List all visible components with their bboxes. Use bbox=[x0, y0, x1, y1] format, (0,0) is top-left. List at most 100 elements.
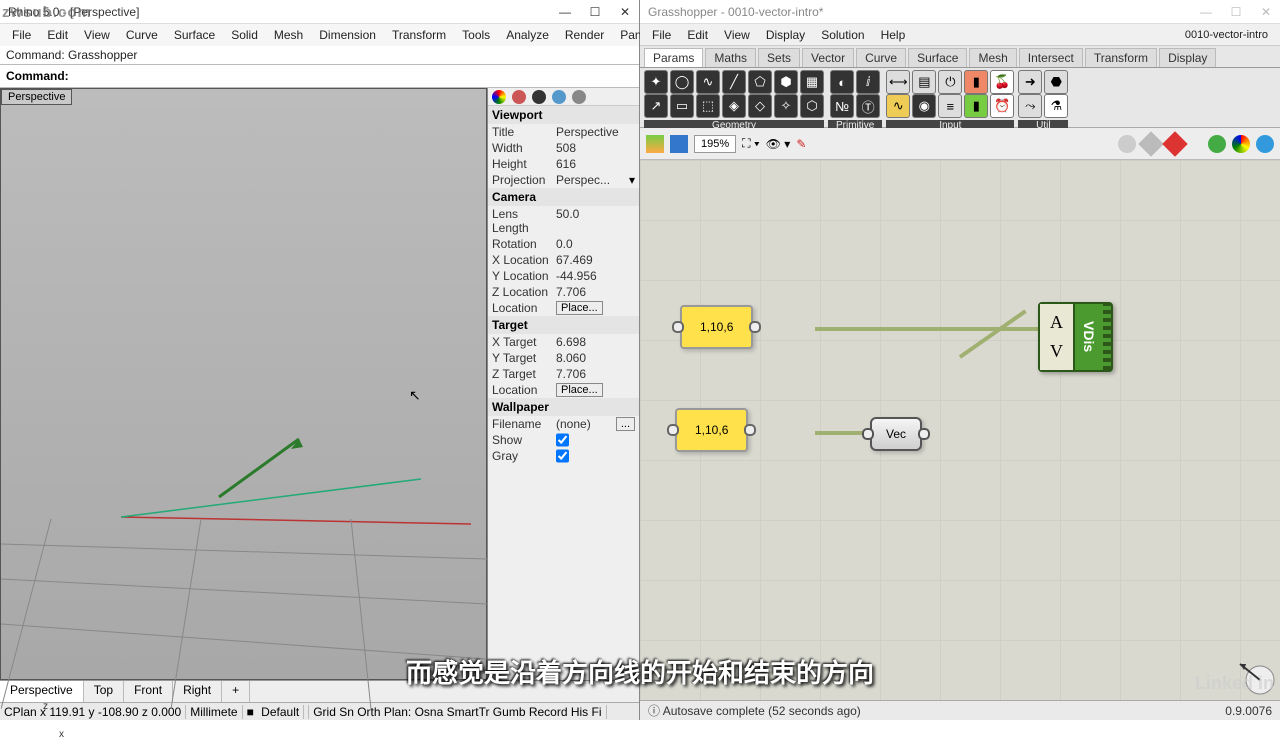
material-icon[interactable] bbox=[492, 90, 506, 104]
tab-transform[interactable]: Transform bbox=[1085, 48, 1157, 67]
prop-yloc-val[interactable]: -44.956 bbox=[556, 269, 635, 283]
menu-analyze[interactable]: Analyze bbox=[500, 26, 555, 44]
prop-lens-val[interactable]: 50.0 bbox=[556, 207, 635, 235]
prop-rot-val[interactable]: 0.0 bbox=[556, 237, 635, 251]
panel-node-1[interactable]: 1,10,6 bbox=[680, 305, 753, 349]
gh-menu-view[interactable]: View bbox=[718, 26, 756, 44]
tab-surface[interactable]: Surface bbox=[908, 48, 967, 67]
brep-icon[interactable]: ⬠ bbox=[748, 70, 772, 94]
integer-icon[interactable]: ⅈ bbox=[856, 70, 880, 94]
chevron-down-icon[interactable]: ▾ bbox=[629, 173, 635, 187]
prop-yt-val[interactable]: 8.060 bbox=[556, 351, 635, 365]
point-icon[interactable]: ✦ bbox=[644, 70, 668, 94]
gray-checkbox[interactable] bbox=[556, 449, 569, 463]
boolean-icon[interactable]: ◐ bbox=[830, 70, 854, 94]
menu-curve[interactable]: Curve bbox=[120, 26, 164, 44]
monitor-icon[interactable] bbox=[532, 90, 546, 104]
browse-button[interactable]: ... bbox=[616, 417, 635, 431]
vector-component[interactable]: Vec bbox=[870, 417, 922, 451]
save-icon[interactable] bbox=[670, 135, 688, 153]
prop-fn-val[interactable]: (none) bbox=[556, 417, 616, 431]
place-camera-button[interactable]: Place... bbox=[556, 301, 603, 315]
selected-icon[interactable] bbox=[1162, 131, 1187, 156]
tab-right[interactable]: Right bbox=[173, 681, 222, 702]
shade-icon[interactable] bbox=[512, 90, 526, 104]
swatch-icon[interactable]: ▮ bbox=[964, 94, 988, 118]
status-units[interactable]: Millimete bbox=[186, 705, 242, 719]
prop-proj-val[interactable]: Perspec... bbox=[556, 173, 629, 187]
close-icon[interactable]: ✕ bbox=[619, 5, 631, 19]
gh-menu-help[interactable]: Help bbox=[875, 26, 912, 44]
md-slider-icon[interactable]: ◉ bbox=[912, 94, 936, 118]
camera-icon[interactable] bbox=[552, 90, 566, 104]
gh-close-icon[interactable]: ✕ bbox=[1260, 5, 1272, 19]
gh-titlebar[interactable]: Grasshopper - 0010-vector-intro* — ☐ ✕ bbox=[640, 0, 1280, 24]
prop-xloc-val[interactable]: 67.469 bbox=[556, 253, 635, 267]
circle-icon[interactable]: ◯ bbox=[670, 70, 694, 94]
tab-curve[interactable]: Curve bbox=[856, 48, 906, 67]
twistedbox-icon[interactable]: ◇ bbox=[748, 94, 772, 118]
prop-zt-val[interactable]: 7.706 bbox=[556, 367, 635, 381]
zoom-selector[interactable]: 195% bbox=[694, 135, 736, 153]
menu-mesh[interactable]: Mesh bbox=[268, 26, 309, 44]
number-icon[interactable]: № bbox=[830, 94, 854, 118]
tab-sets[interactable]: Sets bbox=[758, 48, 800, 67]
gh-menu-display[interactable]: Display bbox=[760, 26, 811, 44]
menu-render[interactable]: Render bbox=[559, 26, 610, 44]
prop-height-val[interactable]: 616 bbox=[556, 157, 635, 171]
shaded-icon[interactable] bbox=[1138, 131, 1163, 156]
minimize-icon[interactable]: — bbox=[559, 5, 571, 19]
vector-display-component[interactable]: A V VDis bbox=[1038, 302, 1113, 372]
tab-maths[interactable]: Maths bbox=[705, 48, 756, 67]
rainbow-icon[interactable] bbox=[1232, 135, 1250, 153]
green-ball-icon[interactable] bbox=[1208, 135, 1226, 153]
prop-title-val[interactable]: Perspective bbox=[556, 125, 635, 139]
cluster-icon[interactable]: ⬣ bbox=[1044, 70, 1068, 94]
status-toggles[interactable]: Grid Sn Orth Plan: Osna SmartTr Gumb Rec… bbox=[309, 705, 606, 719]
gh-menu-edit[interactable]: Edit bbox=[681, 26, 714, 44]
sketch-icon[interactable]: ✎ bbox=[796, 137, 806, 151]
menu-view[interactable]: View bbox=[78, 26, 116, 44]
flask-icon[interactable]: ⚗ bbox=[1044, 94, 1068, 118]
gh-doc-selector[interactable]: 0010-vector-intro bbox=[1179, 27, 1274, 43]
field-icon[interactable]: ✧ bbox=[774, 94, 798, 118]
preview-icon[interactable]: 👁 ▾ bbox=[766, 137, 791, 151]
wireframe-icon[interactable] bbox=[1118, 135, 1136, 153]
menu-surface[interactable]: Surface bbox=[168, 26, 221, 44]
tab-vector[interactable]: Vector bbox=[802, 48, 854, 67]
geometry-icon[interactable]: ⬢ bbox=[774, 70, 798, 94]
gear-icon[interactable] bbox=[572, 90, 586, 104]
menu-tools[interactable]: Tools bbox=[456, 26, 496, 44]
menu-file[interactable]: File bbox=[6, 26, 37, 44]
gh-canvas[interactable]: 1,10,6 1,10,6 Vec A V VDis bbox=[640, 160, 1280, 700]
gh-maximize-icon[interactable]: ☐ bbox=[1230, 5, 1242, 19]
tab-top[interactable]: Top bbox=[84, 681, 124, 702]
box-icon[interactable]: ⬚ bbox=[696, 94, 720, 118]
gh-menu-file[interactable]: File bbox=[646, 26, 677, 44]
panel-node-2[interactable]: 1,10,6 bbox=[675, 408, 748, 452]
graph-icon[interactable]: ∿ bbox=[886, 94, 910, 118]
rhino-titlebar[interactable]: Rhino 5.0 - [Perspective] — ☐ ✕ bbox=[0, 0, 639, 24]
status-layer[interactable]: ■ Default bbox=[243, 705, 310, 719]
slider-icon[interactable]: ⟷ bbox=[886, 70, 910, 94]
zoom-extents-icon[interactable]: ⛶ ▾ bbox=[742, 136, 760, 151]
perspective-viewport[interactable]: Perspective ↖ z x bbox=[0, 88, 487, 680]
tab-display[interactable]: Display bbox=[1159, 48, 1216, 67]
group-icon[interactable]: ⬡ bbox=[800, 94, 824, 118]
tab-perspective[interactable]: Perspective bbox=[0, 681, 84, 702]
surface-icon[interactable]: ◈ bbox=[722, 94, 746, 118]
panel-icon[interactable]: ▤ bbox=[912, 70, 936, 94]
open-icon[interactable] bbox=[646, 135, 664, 153]
menu-edit[interactable]: Edit bbox=[41, 26, 74, 44]
prop-zloc-val[interactable]: 7.706 bbox=[556, 285, 635, 299]
line-icon[interactable]: ╱ bbox=[722, 70, 746, 94]
toggle-icon[interactable]: ⏻ bbox=[938, 70, 962, 94]
place-target-button[interactable]: Place... bbox=[556, 383, 603, 397]
gh-menu-solution[interactable]: Solution bbox=[815, 26, 870, 44]
tab-params[interactable]: Params bbox=[644, 48, 703, 67]
vdisp-input-a[interactable]: A bbox=[1046, 308, 1067, 337]
prop-width-val[interactable]: 508 bbox=[556, 141, 635, 155]
mesh-icon[interactable]: ▦ bbox=[800, 70, 824, 94]
viewport-label[interactable]: Perspective bbox=[1, 89, 72, 105]
text-icon[interactable]: Ⓣ bbox=[856, 94, 880, 118]
